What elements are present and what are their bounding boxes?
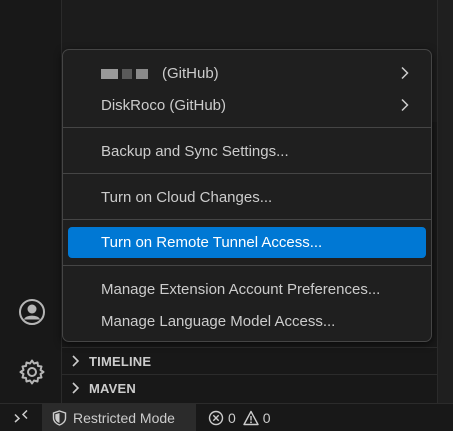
remote-icon — [14, 409, 28, 423]
menu-separator — [63, 127, 431, 128]
menu-item-label: Manage Extension Account Preferences... — [101, 281, 381, 298]
gear-icon — [19, 359, 45, 385]
maven-section-header[interactable]: MAVEN — [62, 374, 437, 401]
chevron-right-icon — [68, 353, 84, 369]
menu-item-github-account-2[interactable]: DiskRoco (GitHub) — [68, 90, 426, 121]
account-icon — [19, 299, 45, 325]
menu-item-remote-tunnel[interactable]: Turn on Remote Tunnel Access... — [68, 227, 426, 258]
scrollbar-strip[interactable] — [437, 0, 453, 403]
menu-separator — [63, 265, 431, 266]
maven-label: MAVEN — [89, 380, 136, 396]
menu-item-github-account-1[interactable]: (GitHub) — [68, 58, 426, 89]
menu-item-label: Turn on Remote Tunnel Access... — [101, 234, 323, 251]
status-bar: Restricted Mode 0 0 — [0, 403, 453, 431]
restricted-mode-label: Restricted Mode — [73, 409, 175, 426]
menu-item-label: Backup and Sync Settings... — [101, 143, 289, 160]
chevron-right-icon — [68, 380, 84, 396]
menu-item-extension-account-prefs[interactable]: Manage Extension Account Preferences... — [68, 274, 426, 305]
menu-item-label: DiskRoco (GitHub) — [101, 97, 227, 114]
timeline-label: TIMELINE — [89, 353, 152, 369]
chevron-right-icon — [401, 98, 409, 112]
warning-count: 0 — [262, 409, 271, 426]
accounts-button[interactable] — [16, 296, 48, 328]
menu-separator — [63, 173, 431, 174]
redacted-username — [101, 68, 118, 79]
menu-item-backup-sync[interactable]: Backup and Sync Settings... — [68, 136, 426, 167]
menu-separator — [63, 219, 431, 220]
chevron-right-icon — [401, 66, 409, 80]
timeline-section-header[interactable]: TIMELINE — [62, 347, 437, 374]
problems-button[interactable]: 0 0 — [208, 410, 278, 426]
accounts-context-menu: (GitHub) DiskRoco (GitHub) Backup and Sy… — [62, 49, 432, 342]
menu-item-label: Manage Language Model Access... — [101, 313, 336, 330]
menu-item-language-model-access[interactable]: Manage Language Model Access... — [68, 306, 426, 337]
manage-button[interactable] — [16, 356, 48, 388]
remote-indicator-button[interactable] — [0, 404, 42, 431]
redacted-username — [136, 68, 148, 79]
menu-item-cloud-changes[interactable]: Turn on Cloud Changes... — [68, 182, 426, 213]
shield-icon — [52, 409, 67, 426]
error-count: 0 — [228, 409, 236, 426]
menu-item-label: (GitHub) — [162, 65, 219, 82]
redacted-username — [122, 68, 132, 79]
menu-item-label: Turn on Cloud Changes... — [101, 189, 273, 206]
restricted-mode-button[interactable]: Restricted Mode — [42, 404, 196, 431]
warning-icon — [243, 410, 259, 425]
activity-bar — [0, 0, 62, 403]
error-icon — [208, 410, 224, 425]
vscode-window: TIMELINE MAVEN (GitHub) DiskRoco (GitHub… — [0, 0, 453, 431]
